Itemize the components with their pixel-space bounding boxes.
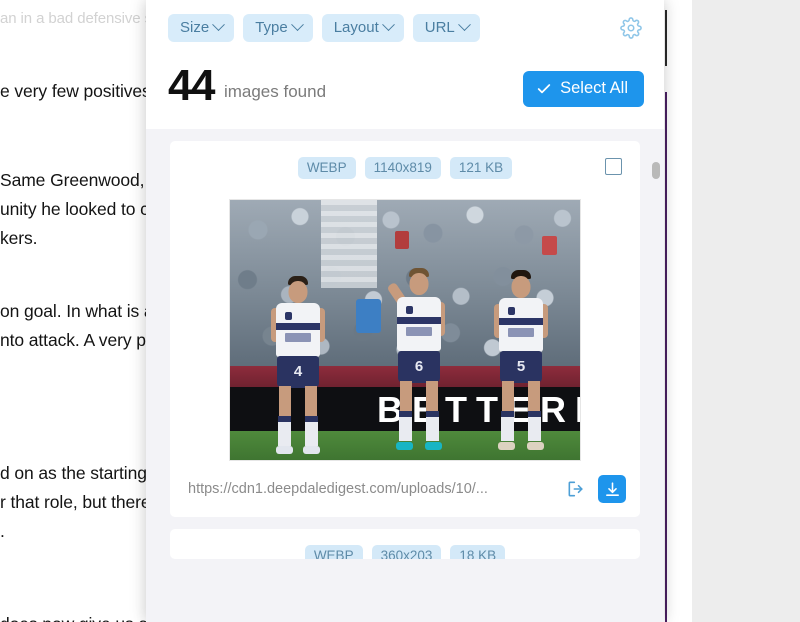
filter-url-button[interactable]: URL: [412, 14, 480, 42]
photo-player-sock: [278, 416, 291, 446]
open-in-new-tab-button[interactable]: [564, 477, 588, 501]
badge-filesize: 18 KB: [450, 544, 506, 559]
photo-shirt-sponsor: [406, 327, 432, 336]
photo-shirt-stripe: [499, 318, 543, 325]
photo-club-crest: [508, 307, 515, 315]
photo-player-number: 4: [293, 363, 303, 380]
settings-button[interactable]: [618, 15, 644, 41]
photo-player-boot: [303, 446, 320, 454]
photo-player-head: [409, 273, 429, 295]
results-summary: 44 images found Select All: [168, 64, 644, 108]
photo-player-shirt: [276, 303, 320, 357]
photo-player-sock: [426, 411, 439, 441]
photo-red-shirt-spectator: [541, 236, 558, 255]
photo-red-shirt-spectator: [394, 231, 409, 250]
select-all-button[interactable]: Select All: [523, 71, 644, 107]
card-footer: https://cdn1.deepdaledigest.com/uploads/…: [170, 475, 640, 517]
photo-stairway: [321, 200, 377, 289]
image-url[interactable]: https://cdn1.deepdaledigest.com/uploads/…: [188, 481, 554, 497]
photo-player-shorts: 5: [500, 351, 542, 383]
check-icon: [537, 83, 551, 93]
badge-format: WEBP: [297, 156, 356, 180]
photo-player-sock: [399, 411, 412, 441]
chevron-down-icon: [212, 18, 226, 32]
image-select-checkbox[interactable]: [605, 158, 622, 175]
panel-scrollbar-thumb[interactable]: [652, 162, 660, 179]
filter-type-label: Type: [255, 19, 288, 36]
download-icon: [605, 481, 619, 496]
badge-dimensions: 360x203: [371, 544, 442, 559]
photo-player-shirt: [499, 298, 543, 352]
metadata-badges: WEBP 1140x819 121 KB: [297, 156, 513, 180]
filter-size-button[interactable]: Size: [168, 14, 235, 42]
photo-shirt-sponsor: [508, 328, 534, 337]
photo-club-crest: [406, 306, 413, 314]
image-result-card-partial[interactable]: WEBP 360x203 18 KB: [170, 529, 640, 559]
photo-shirt-stripe: [276, 323, 320, 330]
photo-player: 4: [270, 276, 326, 456]
card-metadata-row: WEBP 1140x819 121 KB: [170, 155, 640, 181]
gear-icon: [620, 17, 642, 39]
panel-header: Size Type Layout URL 44 images found Sel…: [146, 0, 664, 129]
photo-player-shorts: 4: [277, 356, 319, 388]
photo-player-sock: [305, 416, 318, 446]
image-count-label: images found: [223, 82, 327, 101]
photo-player-boot: [498, 442, 515, 450]
photo-club-crest: [285, 312, 292, 320]
filter-size-label: Size: [180, 19, 210, 36]
photo-player-boot: [527, 442, 544, 450]
photo-player-shorts: 6: [398, 351, 440, 383]
photo-player-boot: [425, 442, 442, 450]
results-list[interactable]: WEBP 1140x819 121 KB BETTERN: [146, 129, 664, 622]
page-edge-rule-dark: [665, 10, 667, 66]
image-thumbnail[interactable]: BETTERN: [229, 199, 581, 461]
panel-scrollbar[interactable]: [651, 132, 661, 620]
filter-type-button[interactable]: Type: [243, 14, 313, 42]
chevron-down-icon: [381, 18, 395, 32]
photo-blue-jacket-spectator: [356, 298, 381, 333]
image-result-card[interactable]: WEBP 1140x819 121 KB BETTERN: [170, 141, 640, 517]
badge-filesize: 121 KB: [449, 156, 513, 180]
photo-player-sock: [528, 411, 541, 441]
photo-player-number: 5: [516, 358, 526, 375]
photo-player-head: [511, 276, 531, 298]
open-external-icon: [568, 481, 583, 497]
photo-player-number: 6: [414, 358, 424, 375]
page-edge-rule-purple: [665, 92, 667, 622]
photo-shirt-stripe: [397, 317, 441, 324]
image-downloader-panel: Size Type Layout URL 44 images found Sel…: [146, 0, 664, 622]
photo-shirt-sponsor: [285, 333, 311, 342]
image-thumbnail-wrapper: BETTERN: [170, 181, 640, 475]
download-image-button[interactable]: [598, 475, 626, 503]
photo-player-head: [288, 281, 308, 303]
select-all-label: Select All: [560, 79, 628, 98]
filter-layout-button[interactable]: Layout: [321, 14, 404, 42]
metadata-badges: WEBP 360x203 18 KB: [304, 544, 506, 559]
filter-layout-label: Layout: [333, 19, 379, 36]
photo-player-shirt: [397, 297, 441, 351]
photo-player: 6: [386, 268, 448, 458]
badge-format: WEBP: [304, 544, 363, 559]
card-metadata-row: WEBP 360x203 18 KB: [170, 543, 640, 559]
photo-player-boot: [276, 446, 293, 454]
image-count: 44: [168, 61, 215, 110]
filter-url-label: URL: [424, 19, 455, 36]
photo-player-sock: [501, 411, 514, 441]
filter-toolbar: Size Type Layout URL: [168, 14, 644, 42]
badge-dimensions: 1140x819: [364, 156, 441, 180]
chevron-down-icon: [457, 18, 471, 32]
chevron-down-icon: [290, 18, 304, 32]
photo-player: 5: [492, 270, 550, 454]
photo-player-boot: [396, 442, 413, 450]
